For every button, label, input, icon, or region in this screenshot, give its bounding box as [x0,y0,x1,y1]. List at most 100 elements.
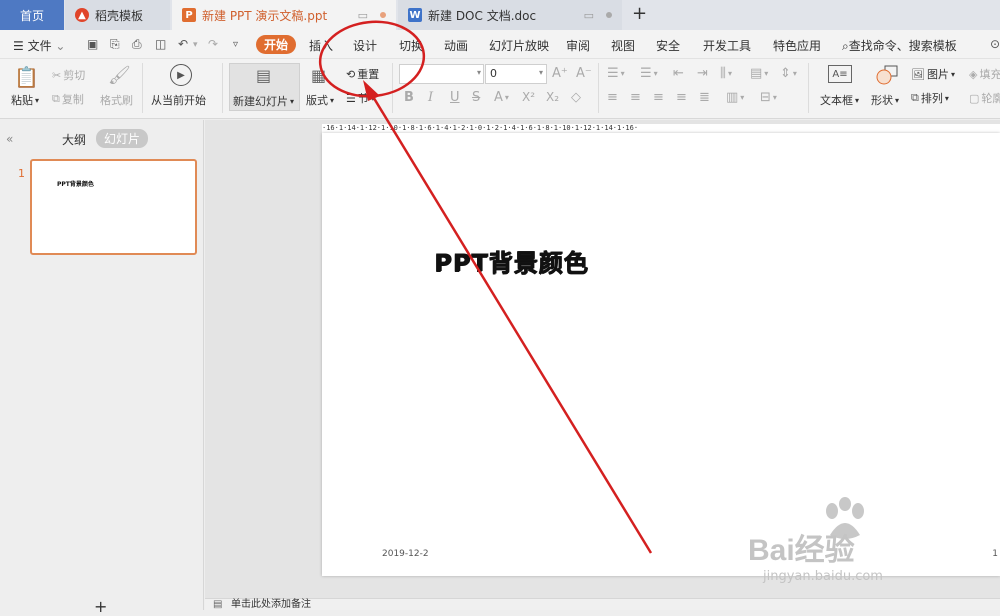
chevron-down-icon: ▾ [35,95,40,105]
align-text-icon[interactable]: ▤ ▾ [750,66,768,81]
shape-label: 形状 [871,94,893,107]
menu-review[interactable]: 审阅 [566,37,590,54]
chevron-down-icon[interactable]: ▾ [539,68,543,77]
justify-icon[interactable]: ≡ [676,90,687,105]
hamburger-icon: ☰ [13,39,28,53]
text-direction-icon[interactable]: ⫼ ▾ [720,66,732,81]
textbox-button[interactable]: 文本框 ▾ [820,92,859,108]
save-icon[interactable]: ▣ [87,37,98,51]
tab-templates[interactable]: ▲ 稻壳模板 [65,0,170,30]
undo-dropdown-icon[interactable]: ▾ [193,40,198,50]
numbered-list-icon[interactable]: ☰ ▾ [640,66,658,81]
format-painter-label[interactable]: 格式刷 [100,92,133,108]
menu-developer[interactable]: 开发工具 [703,37,751,54]
strikethrough-icon[interactable]: S [472,90,480,105]
layout-button[interactable]: 版式 ▾ [306,92,334,108]
align-center-icon[interactable]: ≡ [630,90,641,105]
slide-date: 2019-12-2 [382,549,429,559]
menu-start[interactable]: 开始 [256,35,297,54]
new-slide-button[interactable]: ▤ 新建幻灯片 ▾ [229,63,300,111]
window-mode-icon[interactable]: ▭ [358,9,368,22]
undo-icon[interactable]: ↶ [178,37,188,51]
italic-icon[interactable]: I [428,90,433,105]
line-spacing-icon[interactable]: ⇕ ▾ [780,66,797,81]
font-size-combo[interactable]: 0 [485,64,547,84]
ruler-scale: ·16·1·14·1·12·1·10·1·8·1·6·1·4·1·2·1·0·1… [322,124,639,132]
increase-font-icon[interactable]: A⁺ [552,66,568,81]
chevron-down-icon[interactable]: ▾ [477,68,481,77]
slide-thumbnail[interactable]: PPT背景颜色 [30,159,197,255]
picture-button[interactable]: 🖼 图片 ▾ [911,66,955,82]
tab-home[interactable]: 首页 [0,0,64,30]
subscript-icon[interactable]: X₂ [546,90,559,104]
bold-icon[interactable]: B [404,90,414,105]
slide-title[interactable]: PPT背景颜色 [434,243,589,278]
notes-bar[interactable]: ▤ 单击此处添加备注 [205,598,1000,610]
menu-view[interactable]: 视图 [611,37,635,54]
fill-button[interactable]: ◈ 填充 [969,66,1000,82]
chevron-down-icon: ▾ [370,93,375,103]
layout-icon[interactable]: ▦ [311,66,326,85]
ribbon-divider [598,63,599,113]
bullet-list-icon[interactable]: ☰ ▾ [607,66,625,81]
paste-icon[interactable]: 📋 [14,65,39,89]
menu-security[interactable]: 安全 [656,37,680,54]
menu-transition[interactable]: 切换 [399,37,423,54]
menu-file[interactable]: ☰ 文件 ⌄ [13,37,65,54]
textbox-label: 文本框 [820,94,853,107]
menu-slideshow[interactable]: 幻灯片放映 [489,37,549,54]
menu-special-apps[interactable]: 特色应用 [773,37,821,54]
align-left-icon[interactable]: ≡ [607,90,618,105]
outline-button[interactable]: ▢ 轮廓 [969,90,1000,106]
quick-access-dropdown-icon[interactable]: ▿ [233,39,238,50]
decrease-font-icon[interactable]: A⁻ [576,66,592,81]
increase-indent-icon[interactable]: ⇥ [697,66,708,81]
decrease-indent-icon[interactable]: ⇤ [673,66,684,81]
collapse-panel-icon[interactable]: « [6,132,13,146]
shape-button[interactable]: 形状 ▾ [871,92,899,108]
menu-design[interactable]: 设计 [353,37,377,54]
tab-templates-label: 稻壳模板 [95,8,144,23]
export-pdf-icon[interactable]: ⎘ [110,37,120,52]
menu-insert[interactable]: 插入 [309,37,333,54]
from-current-button[interactable]: 从当前开始 [151,92,206,108]
picture-icon: 🖼 [911,67,925,81]
font-color-icon[interactable]: A ▾ [494,90,509,105]
redo-icon[interactable]: ↷ [208,37,218,51]
slide-number-label: 1 [18,167,25,180]
align-right-icon[interactable]: ≡ [653,90,664,105]
new-tab-button[interactable]: + [632,3,647,24]
textbox-icon[interactable]: A≡ [828,65,852,83]
settings-icon[interactable]: ⊙ [990,37,1000,51]
tab-slides[interactable]: 幻灯片 [96,129,149,148]
print-preview-icon[interactable]: ◫ [155,37,166,51]
cut-button[interactable]: ✂ 剪切 [52,67,85,83]
command-search[interactable]: ⌕查找命令、搜索模板 [842,37,957,54]
menu-animation[interactable]: 动画 [444,37,468,54]
text-align-vertical-icon[interactable]: ⊟ ▾ [760,90,777,105]
shape-icon[interactable] [876,65,898,85]
tab-outline[interactable]: 大纲 [62,131,86,148]
distribute-icon[interactable]: ≣ [699,90,710,105]
clear-format-icon[interactable]: ◇ [571,90,581,105]
print-icon[interactable]: ⎙ [132,37,142,52]
tab-bar: 首页 ▲ 稻壳模板 P 新建 PPT 演示文稿.ppt ▭ W 新建 DOC 文… [0,0,1000,30]
arrange-button[interactable]: ⧉ 排列 ▾ [911,90,949,106]
word-file-icon: W [408,8,422,22]
superscript-icon[interactable]: X² [522,90,535,104]
tab-ppt-document[interactable]: P 新建 PPT 演示文稿.ppt ▭ [172,0,396,30]
copy-button[interactable]: ⧉ 复制 [52,91,84,107]
format-painter-icon[interactable]: 🖌 [108,65,131,86]
chevron-down-icon: ▾ [330,95,335,105]
add-slide-button[interactable]: + [94,597,107,616]
underline-icon[interactable]: U [450,90,460,105]
play-icon[interactable]: ▶ [170,64,192,86]
reset-button[interactable]: ⟲ 重置 [346,66,379,82]
font-name-combo[interactable] [399,64,484,84]
columns-icon[interactable]: ▥ ▾ [726,90,744,105]
paste-button[interactable]: 粘贴 ▾ [11,92,39,108]
window-mode-icon[interactable]: ▭ [584,9,594,22]
section-button[interactable]: ☰ 节 ▾ [346,90,375,106]
tab-doc-document[interactable]: W 新建 DOC 文档.doc ▭ [398,0,622,30]
notes-placeholder[interactable]: 单击此处添加备注 [231,599,311,611]
